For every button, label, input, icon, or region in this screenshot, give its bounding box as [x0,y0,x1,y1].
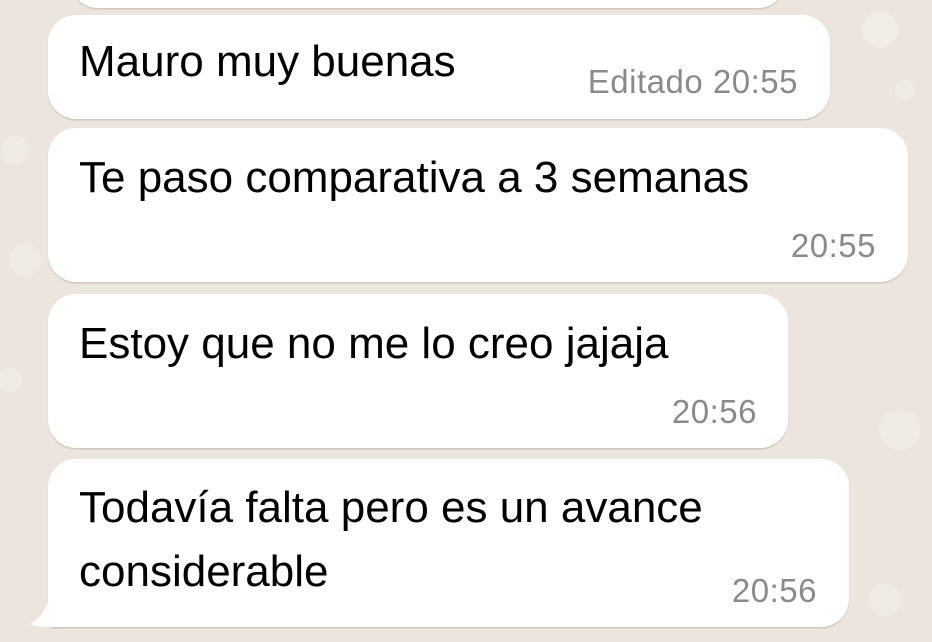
message-bubble[interactable]: Estoy que no me lo creo jajaja 20:56 [48,294,788,448]
message-text: Te paso comparativa a 3 semanas [79,153,750,202]
message-bubble[interactable]: Mauro muy buenas Editado 20:55 [48,15,830,119]
message-meta: Editado 20:55 [588,63,798,101]
message-time: 20:56 [671,393,757,430]
message-text: Mauro muy buenas [79,37,456,86]
edited-label: Editado [587,63,704,100]
message-time: 20:55 [712,63,798,100]
message-bubble[interactable]: Te paso comparativa a 3 semanas 20:55 [48,128,908,282]
bubble-tail-icon [30,588,68,627]
message-time: 20:56 [731,572,817,609]
message-bubble-previous[interactable] [70,0,786,8]
message-text-line-1: Todavía falta pero es un avance [79,483,703,532]
message-text-line-2: considerable [79,547,329,596]
message-time: 20:55 [790,227,876,264]
message-bubble[interactable]: Todavía falta pero es un avance consider… [48,459,849,627]
message-text: Estoy que no me lo creo jajaja [79,319,669,368]
